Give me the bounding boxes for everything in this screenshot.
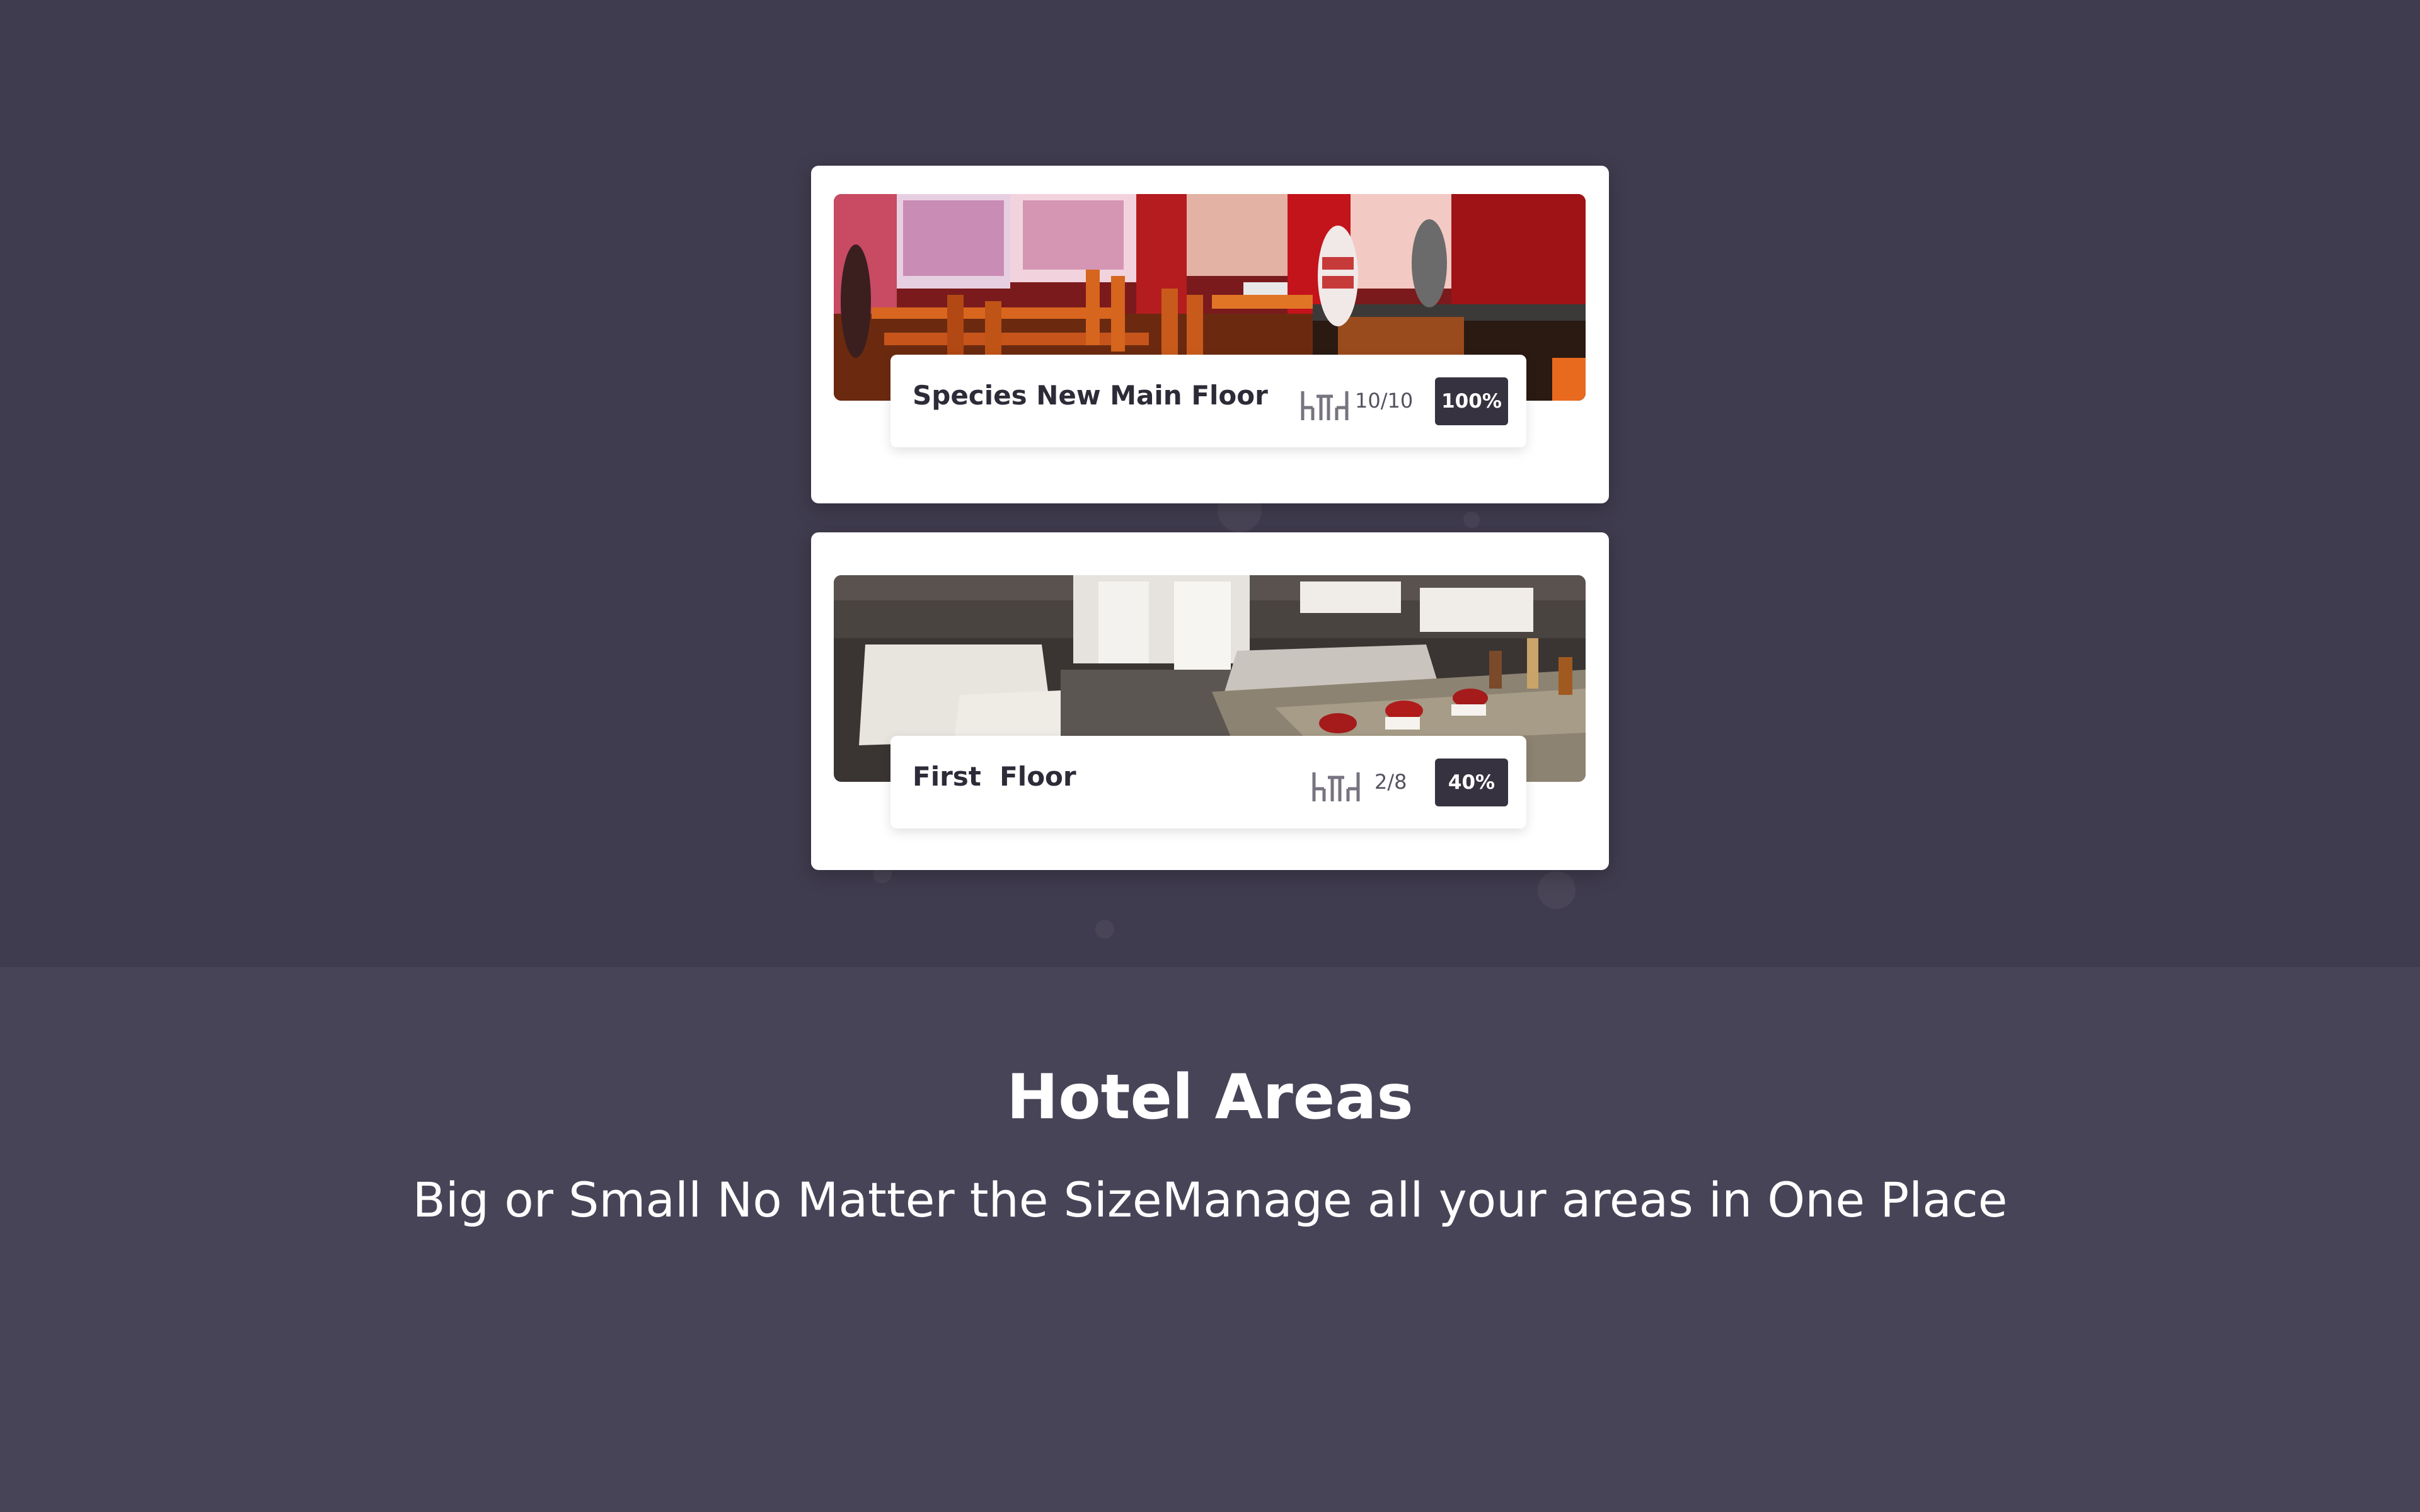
occupancy-badge: 40% bbox=[1435, 759, 1508, 806]
background-bubble bbox=[1538, 871, 1576, 909]
background-bubble bbox=[1463, 512, 1480, 528]
area-info-panel[interactable]: Species New Main Floor 10/10 100% bbox=[890, 355, 1526, 447]
section-title: Hotel Areas bbox=[1006, 1062, 1414, 1133]
area-info-panel[interactable]: First Floor 2/8 40% bbox=[890, 736, 1526, 828]
feature-description bbox=[0, 967, 2420, 1512]
area-card-first-floor[interactable]: First Floor 2/8 40% bbox=[811, 532, 1609, 870]
dining-table-icon bbox=[1312, 772, 1360, 801]
area-name: First Floor bbox=[913, 761, 1076, 792]
background-bubble bbox=[1095, 920, 1114, 939]
areas-showcase: Species New Main Floor 10/10 100% First … bbox=[0, 0, 2420, 967]
table-count: 10/10 bbox=[1355, 389, 1414, 413]
dining-table-icon bbox=[1301, 391, 1349, 420]
section-subtitle: Big or Small No Matter the SizeManage al… bbox=[412, 1172, 2008, 1228]
table-count: 2/8 bbox=[1374, 770, 1407, 794]
area-card-main-floor[interactable]: Species New Main Floor 10/10 100% bbox=[811, 166, 1609, 503]
area-name: Species New Main Floor bbox=[913, 380, 1268, 411]
occupancy-badge: 100% bbox=[1435, 377, 1508, 425]
